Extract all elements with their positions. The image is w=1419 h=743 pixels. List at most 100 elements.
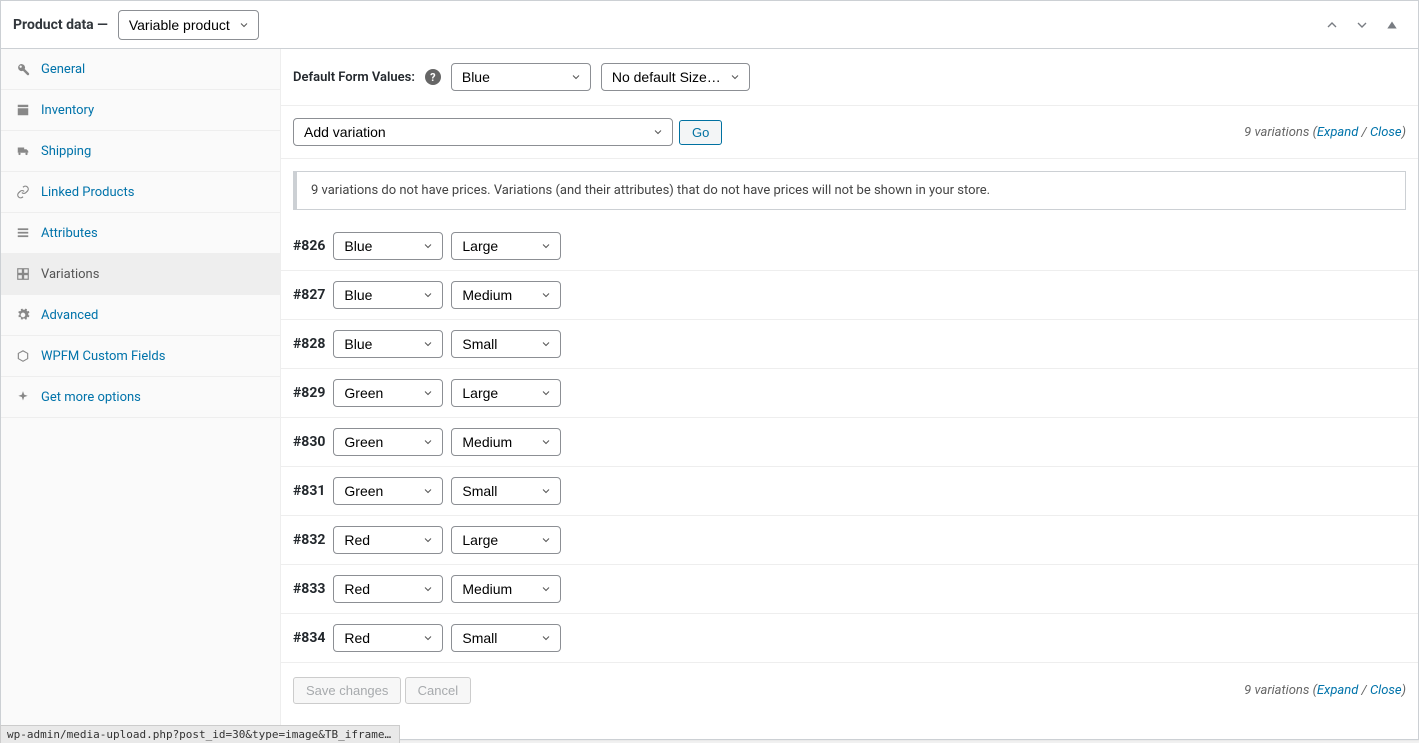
tab-label: Attributes: [41, 226, 98, 241]
tab-linked[interactable]: Linked Products: [1, 172, 280, 213]
variation-row[interactable]: #827 Blue Medium: [281, 271, 1418, 320]
tab-attributes[interactable]: Attributes: [1, 213, 280, 254]
wrench-icon: [15, 61, 31, 77]
variation-color-select[interactable]: Green: [333, 379, 443, 407]
variations-list: #826BlueLarge#827BlueMedium#828BlueSmall…: [281, 222, 1418, 663]
price-warning-notice: 9 variations do not have prices. Variati…: [293, 171, 1406, 210]
tab-label: Linked Products: [41, 185, 134, 200]
help-tip-icon[interactable]: ?: [425, 69, 441, 85]
tab-link-getmore[interactable]: Get more options: [1, 377, 280, 417]
variation-size-select[interactable]: Medium: [451, 575, 561, 603]
inventory-icon: [15, 102, 31, 118]
variation-row[interactable]: #828BlueSmall: [281, 320, 1418, 369]
variation-color-select[interactable]: Green: [333, 428, 443, 456]
variation-color-select[interactable]: Blue: [333, 281, 443, 309]
variation-id: #833: [293, 581, 325, 597]
tab-label: Advanced: [41, 308, 98, 323]
tab-getmore[interactable]: Get more options: [1, 377, 280, 418]
product-data-metabox: Product data — Variable product General I…: [0, 0, 1419, 740]
tab-link-general[interactable]: General: [1, 49, 280, 89]
title-prefix: Product data —: [13, 17, 108, 33]
variation-size-select[interactable]: Medium: [451, 428, 561, 456]
variations-pagenav-bottom: 9 variations (Expand / Close): [1244, 683, 1406, 698]
panel-wrap: General Inventory Shipping Linked Products A…: [1, 49, 1418, 739]
product-data-tabs: General Inventory Shipping Linked Products A…: [1, 49, 281, 739]
tab-inventory[interactable]: Inventory: [1, 90, 280, 131]
variation-color-select[interactable]: Blue: [333, 232, 443, 260]
tab-label: General: [41, 62, 85, 77]
variation-row[interactable]: #830 Green Medium: [281, 418, 1418, 467]
link-icon: [15, 184, 31, 200]
default-form-values-label: Default Form Values:: [293, 70, 415, 85]
gear-icon: [15, 307, 31, 323]
expand-all-link-bottom[interactable]: Expand: [1317, 683, 1358, 698]
variation-size-select[interactable]: Large: [451, 379, 561, 407]
go-button[interactable]: Go: [679, 120, 722, 145]
tab-link-variations[interactable]: Variations: [1, 254, 280, 294]
variation-row[interactable]: #831 Green Small: [281, 467, 1418, 516]
variation-row[interactable]: #834 Red Small: [281, 614, 1418, 663]
variations-toolbar-bottom: Save changes Cancel 9 variations (Expand…: [281, 663, 1418, 718]
tab-label: WPFM Custom Fields: [41, 349, 165, 364]
cancel-button[interactable]: Cancel: [405, 677, 471, 704]
variation-size-select[interactable]: Small: [451, 477, 561, 505]
variation-id: #827: [293, 287, 325, 303]
variation-action-select[interactable]: Add variation: [293, 118, 673, 146]
tab-variations[interactable]: Variations: [1, 254, 280, 295]
variation-size-select[interactable]: Medium: [451, 281, 561, 309]
grid-icon: [15, 266, 31, 282]
default-color-select[interactable]: Blue: [451, 63, 591, 91]
variation-color-select[interactable]: Red: [333, 624, 443, 652]
tab-label: Get more options: [41, 390, 141, 405]
variation-id: #834: [293, 630, 325, 646]
tab-link-linked[interactable]: Linked Products: [1, 172, 280, 212]
variation-id: #826: [293, 238, 325, 254]
variation-size-select[interactable]: Small: [451, 330, 561, 358]
tab-wpfm[interactable]: WPFM Custom Fields: [1, 336, 280, 377]
tab-link-advanced[interactable]: Advanced: [1, 295, 280, 335]
tab-general[interactable]: General: [1, 49, 280, 90]
variation-size-select[interactable]: Large: [451, 526, 561, 554]
variation-row[interactable]: #829 Green Large: [281, 369, 1418, 418]
toggle-panel-button[interactable]: [1378, 11, 1406, 39]
postbox-header: Product data — Variable product: [1, 1, 1418, 49]
tab-link-inventory[interactable]: Inventory: [1, 90, 280, 130]
variation-color-select[interactable]: Red: [333, 575, 443, 603]
browser-status-bar: wp-admin/media-upload.php?post_id=30&typ…: [0, 725, 400, 743]
move-up-button[interactable]: [1318, 11, 1346, 39]
variation-id: #829: [293, 385, 325, 401]
variation-id: #832: [293, 532, 325, 548]
postbox-title: Product data — Variable product: [13, 10, 259, 40]
variation-id: #831: [293, 483, 325, 499]
tab-label: Variations: [41, 267, 99, 282]
variation-row[interactable]: #832 Red Large: [281, 516, 1418, 565]
tab-link-shipping[interactable]: Shipping: [1, 131, 280, 171]
variation-row[interactable]: #833 Red Medium: [281, 565, 1418, 614]
variation-size-select[interactable]: Large: [451, 232, 561, 260]
close-all-link[interactable]: Close: [1370, 125, 1402, 140]
tab-link-attributes[interactable]: Attributes: [1, 213, 280, 253]
variations-pagenav-top: 9 variations (Expand / Close): [1244, 125, 1406, 140]
variation-size-select[interactable]: Small: [451, 624, 561, 652]
default-size-select[interactable]: No default Size…: [601, 63, 750, 91]
close-all-link-bottom[interactable]: Close: [1370, 683, 1402, 698]
variations-panel: Default Form Values: ? Blue No default S…: [281, 49, 1418, 739]
variations-toolbar-top: Add variation Go 9 variations (Expand / …: [281, 106, 1418, 159]
variation-id: #830: [293, 434, 325, 450]
product-type-select[interactable]: Variable product: [118, 10, 259, 40]
move-down-button[interactable]: [1348, 11, 1376, 39]
tab-label: Inventory: [41, 103, 94, 118]
expand-all-link[interactable]: Expand: [1317, 125, 1358, 140]
tab-advanced[interactable]: Advanced: [1, 295, 280, 336]
variation-color-select[interactable]: Blue: [333, 330, 443, 358]
box-icon: [15, 348, 31, 364]
tab-shipping[interactable]: Shipping: [1, 131, 280, 172]
variation-color-select[interactable]: Red: [333, 526, 443, 554]
list-icon: [15, 225, 31, 241]
tab-link-wpfm[interactable]: WPFM Custom Fields: [1, 336, 280, 376]
variation-color-select[interactable]: Green: [333, 477, 443, 505]
save-changes-button[interactable]: Save changes: [293, 677, 401, 704]
spark-icon: [15, 389, 31, 405]
variation-row[interactable]: #826 Blue Large: [281, 222, 1418, 271]
default-form-values-row: Default Form Values: ? Blue No default S…: [281, 49, 1418, 106]
